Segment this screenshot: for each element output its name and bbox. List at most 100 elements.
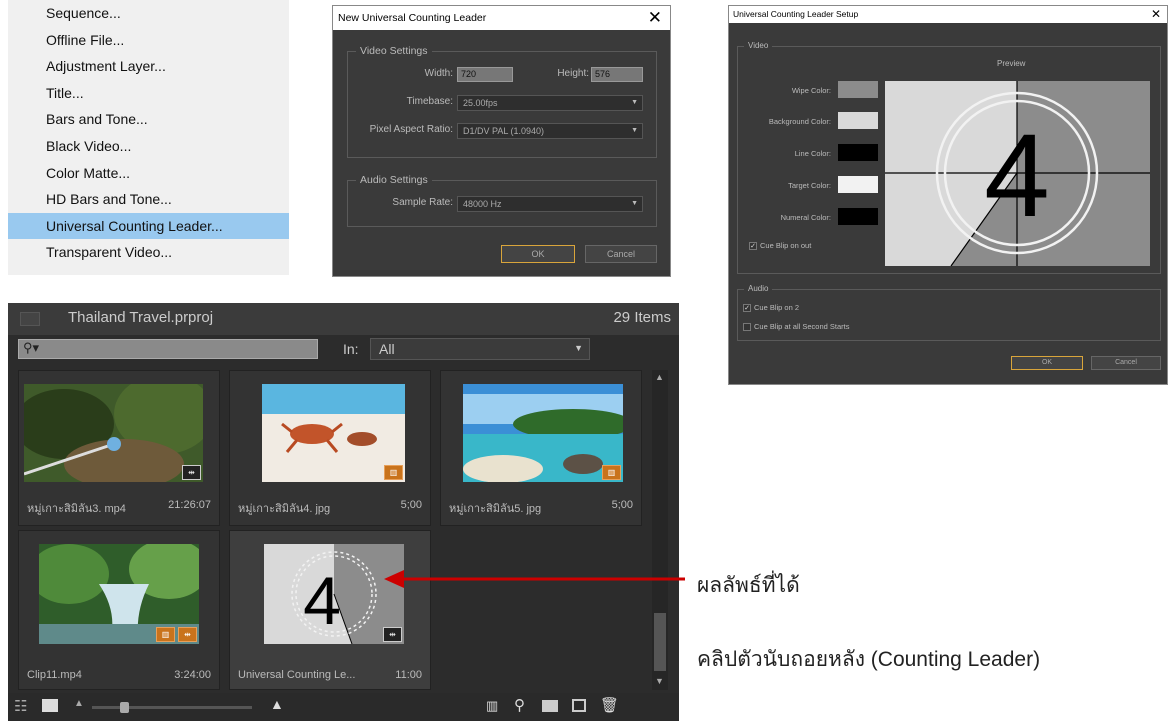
sample-rate-value: 48000 Hz bbox=[463, 199, 502, 209]
zoom-in-icon[interactable]: ▲ bbox=[270, 696, 284, 712]
project-title: Thailand Travel.prproj bbox=[68, 309, 214, 326]
zoom-slider[interactable] bbox=[92, 702, 252, 713]
menu-item-adjustment-layer[interactable]: Adjustment Layer... bbox=[8, 53, 289, 80]
target-color-swatch[interactable] bbox=[838, 176, 878, 193]
item-caption: หมู่เกาะสิมิลัน3. mp4 21:26:07 bbox=[27, 499, 211, 517]
thumbnail-image bbox=[24, 384, 203, 482]
search-icon: ⚲▾ bbox=[23, 340, 40, 355]
result-caption: คลิปตัวนับถอยหลัง (Counting Leader) bbox=[697, 648, 1041, 671]
project-item[interactable]: ⇹ หมู่เกาะสิมิลัน3. mp4 21:26:07 bbox=[18, 370, 220, 526]
menu-item-black-video[interactable]: Black Video... bbox=[8, 133, 289, 160]
menu-item-title[interactable]: Title... bbox=[8, 80, 289, 107]
scrollbar[interactable]: ▲ ▼ bbox=[652, 370, 668, 690]
thumbnail: ▥ bbox=[262, 384, 405, 482]
pixel-aspect-ratio-select[interactable]: D1/DV PAL (1.0940) ▼ bbox=[457, 123, 643, 139]
list-view-icon[interactable]: ☷ bbox=[14, 697, 27, 715]
menu-item-offline-file[interactable]: Offline File... bbox=[8, 27, 289, 54]
line-color-swatch[interactable] bbox=[838, 144, 878, 161]
item-duration: 5;00 bbox=[611, 499, 633, 511]
menu-item-sequence[interactable]: Sequence... bbox=[8, 0, 289, 27]
close-icon[interactable]: ✕ bbox=[648, 6, 662, 30]
video-audio-icon: ⇹ bbox=[182, 465, 201, 480]
timebase-value: 25.00fps bbox=[463, 98, 498, 108]
chevron-down-icon: ▼ bbox=[574, 343, 583, 353]
numeral-color-swatch[interactable] bbox=[838, 208, 878, 225]
scroll-down-icon[interactable]: ▼ bbox=[655, 676, 664, 686]
video-audio-icon: ⇹ bbox=[383, 627, 402, 642]
project-header: Thailand Travel.prproj 29 Items bbox=[8, 303, 679, 335]
preview-numeral: 4 bbox=[984, 110, 1050, 242]
item-duration: 21:26:07 bbox=[168, 499, 211, 511]
new-counting-leader-dialog: New Universal Counting Leader ✕ Video Se… bbox=[332, 5, 671, 277]
cancel-button[interactable]: Cancel bbox=[1091, 356, 1161, 370]
cue-blip-2-label: Cue Blip on 2 bbox=[754, 303, 800, 312]
checkbox-icon bbox=[743, 323, 751, 332]
chevron-down-icon: ▼ bbox=[631, 200, 638, 207]
zoom-out-icon[interactable]: ▲ bbox=[74, 698, 84, 709]
height-field[interactable]: 576 bbox=[591, 67, 643, 82]
in-select[interactable]: All ▼ bbox=[370, 338, 590, 360]
pixel-aspect-ratio-value: D1/DV PAL (1.0940) bbox=[463, 126, 545, 136]
cue-blip-all-label: Cue Blip at all Second Starts bbox=[754, 322, 850, 331]
audio-settings-title: Audio Settings bbox=[356, 174, 432, 186]
item-name: Universal Counting Le... bbox=[238, 669, 356, 681]
cancel-button[interactable]: Cancel bbox=[585, 245, 657, 263]
new-item-icon[interactable] bbox=[572, 699, 586, 712]
automate-to-sequence-icon[interactable]: ▥ bbox=[486, 698, 498, 714]
new-item-menu: Sequence... Offline File... Adjustment L… bbox=[8, 0, 289, 275]
scroll-up-icon[interactable]: ▲ bbox=[655, 372, 664, 382]
item-caption: หมู่เกาะสิมิลัน4. jpg 5;00 bbox=[238, 499, 422, 517]
target-color-label: Target Color: bbox=[788, 181, 831, 190]
thumbnail: ⇹ bbox=[24, 384, 203, 482]
project-item-counting-leader[interactable]: 4 ⇹ Universal Counting Le... 11:00 bbox=[229, 530, 431, 690]
wipe-color-swatch[interactable] bbox=[838, 81, 878, 98]
trash-icon[interactable]: 🗑 bbox=[600, 696, 619, 714]
width-field[interactable]: 720 bbox=[457, 67, 513, 82]
item-caption: หมู่เกาะสิมิลัน5. jpg 5;00 bbox=[449, 499, 633, 517]
background-color-swatch[interactable] bbox=[838, 112, 878, 129]
menu-item-bars-and-tone[interactable]: Bars and Tone... bbox=[8, 106, 289, 133]
dialog-title: New Universal Counting Leader bbox=[338, 12, 487, 24]
line-color-label: Line Color: bbox=[794, 149, 831, 158]
cue-blip-out-checkbox[interactable]: ✓ Cue Blip on out bbox=[749, 241, 812, 251]
project-item[interactable]: ▥ ⇹ Clip11.mp4 3:24:00 bbox=[18, 530, 220, 690]
project-panel: Thailand Travel.prproj 29 Items ⚲▾ In: A… bbox=[8, 303, 679, 721]
timebase-select[interactable]: 25.00fps ▼ bbox=[457, 95, 643, 111]
item-duration: 11:00 bbox=[395, 669, 422, 681]
checkbox-icon: ✓ bbox=[749, 242, 757, 251]
video-group-title: Video bbox=[744, 41, 773, 50]
item-caption: Universal Counting Le... 11:00 bbox=[238, 669, 422, 681]
cue-blip-2-checkbox[interactable]: ✓ Cue Blip on 2 bbox=[743, 303, 800, 313]
item-name: หมู่เกาะสิมิลัน3. mp4 bbox=[27, 503, 126, 515]
result-label: ผลลัพธ์ที่ได้ bbox=[697, 574, 800, 597]
height-label: Height: bbox=[557, 68, 589, 79]
annotation-arrow bbox=[384, 570, 685, 588]
new-bin-icon[interactable] bbox=[542, 700, 558, 712]
sample-rate-select[interactable]: 48000 Hz ▼ bbox=[457, 196, 643, 212]
project-item[interactable]: ▥ หมู่เกาะสิมิลัน4. jpg 5;00 bbox=[229, 370, 431, 526]
icon-view-icon[interactable] bbox=[42, 699, 58, 712]
menu-item-universal-counting-leader[interactable]: Universal Counting Leader... bbox=[8, 212, 289, 240]
menu-item-transparent-video[interactable]: Transparent Video... bbox=[8, 239, 289, 266]
find-icon[interactable]: ⚲ bbox=[514, 696, 525, 714]
item-count: 29 Items bbox=[613, 309, 671, 326]
wipe-color-label: Wipe Color: bbox=[791, 86, 831, 95]
close-icon[interactable]: ✕ bbox=[1151, 6, 1161, 23]
cue-blip-all-checkbox[interactable]: Cue Blip at all Second Starts bbox=[743, 322, 850, 332]
ok-button[interactable]: OK bbox=[1011, 356, 1083, 370]
menu-item-hd-bars-and-tone[interactable]: HD Bars and Tone... bbox=[8, 186, 289, 213]
leader-preview: 4 bbox=[885, 81, 1150, 266]
item-name: Clip11.mp4 bbox=[27, 669, 82, 681]
video-audio-icon: ⇹ bbox=[178, 627, 197, 642]
scroll-thumb[interactable] bbox=[654, 613, 666, 671]
zoom-slider-handle[interactable] bbox=[120, 702, 129, 713]
menu-item-color-matte[interactable]: Color Matte... bbox=[8, 160, 289, 187]
ok-button[interactable]: OK bbox=[501, 245, 575, 263]
thumbnail: ▥ bbox=[463, 384, 623, 482]
folder-icon bbox=[20, 312, 40, 326]
arrow-head-icon bbox=[384, 570, 404, 588]
project-toolbar: ☷ ▲ ▲ ▥ ⚲ 🗑 bbox=[8, 693, 679, 721]
project-item[interactable]: ▥ หมู่เกาะสิมิลัน5. jpg 5;00 bbox=[440, 370, 642, 526]
cue-blip-out-label: Cue Blip on out bbox=[760, 241, 812, 250]
search-input[interactable]: ⚲▾ bbox=[18, 339, 318, 359]
